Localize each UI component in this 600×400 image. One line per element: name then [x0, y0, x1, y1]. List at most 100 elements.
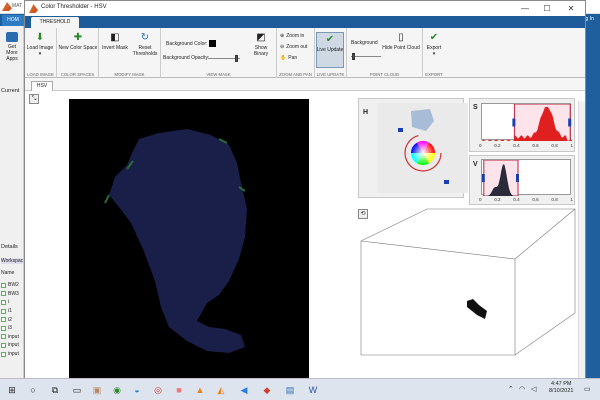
get-more-apps-button[interactable]: Get More Apps	[2, 32, 22, 62]
new-color-space-button[interactable]: ✚ New Color Space	[58, 32, 98, 51]
var-name: BW2	[8, 282, 19, 289]
background-opacity-control: Background Opacity:	[163, 55, 209, 61]
saturation-label: S	[473, 104, 478, 111]
app-icon-3[interactable]: ▤	[283, 382, 297, 398]
background-opacity-label: Background Opacity:	[163, 55, 210, 61]
var-name: i3	[8, 325, 12, 332]
point-cloud-bg-slider-knob[interactable]	[352, 53, 355, 60]
opera-icon[interactable]: ◎	[151, 382, 165, 398]
value-histogram[interactable]	[481, 159, 572, 197]
tick-label: 0.6	[532, 143, 539, 148]
color-wheel	[411, 140, 435, 166]
rotate-tool-icon[interactable]: ⟲	[358, 209, 368, 219]
clock[interactable]: 4:47 PM 8/10/2021	[549, 381, 573, 395]
hue-wheel-control[interactable]	[378, 103, 468, 193]
hue-handle-right[interactable]	[444, 180, 449, 184]
var-icon	[1, 351, 6, 357]
point-cloud-bg-slider-track[interactable]	[351, 56, 381, 57]
close-button[interactable]: ✕	[562, 2, 580, 15]
workspace-var[interactable]: i2	[1, 315, 23, 324]
chrome-icon[interactable]: ◉	[110, 382, 124, 398]
background-home-tab[interactable]: HOM	[2, 15, 24, 26]
volume-icon[interactable]: ◁	[531, 385, 536, 393]
scrollbar[interactable]	[578, 101, 585, 379]
search-icon[interactable]: ○	[26, 382, 40, 398]
workspace-var[interactable]: input	[1, 350, 23, 359]
var-name: BW3	[8, 290, 19, 297]
window-title: Color Thresholder - HSV	[41, 4, 107, 10]
hue-cloud	[411, 109, 434, 131]
pan-button[interactable]: ✋ Pan	[280, 55, 297, 61]
tab-threshold[interactable]: THRESHOLD	[31, 17, 79, 28]
minimize-button[interactable]: —	[516, 2, 534, 15]
load-image-button[interactable]: ⬇ Load Image ▾	[26, 32, 54, 57]
matlab-taskbar-icon[interactable]: ◭	[214, 382, 228, 398]
color-swatch[interactable]	[209, 40, 217, 47]
hue-handle-left[interactable]	[398, 128, 403, 132]
hue-wheel	[398, 109, 449, 184]
section-label: POINT CLOUD	[369, 72, 400, 77]
reset-icon: ↻	[140, 32, 150, 43]
tray-chevron-icon[interactable]: ⌃	[508, 385, 514, 393]
workspace-var[interactable]: BW3	[1, 290, 23, 299]
var-icon	[1, 291, 6, 297]
current-folder-header: Current	[1, 88, 20, 94]
app-icon[interactable]: ■	[172, 382, 186, 398]
pan-icon: ✋	[280, 55, 287, 61]
workspace-var[interactable]: input	[1, 333, 23, 342]
app-icon-2[interactable]: ◆	[260, 382, 274, 398]
point-cloud-view[interactable]	[355, 207, 585, 379]
zoom-out-button[interactable]: ⊖ Zoom out	[280, 44, 307, 50]
workspace-var[interactable]: BW2	[1, 281, 23, 290]
show-binary-button[interactable]: ◩ Show Binary	[247, 32, 275, 57]
workspace-var[interactable]: input	[1, 341, 23, 350]
var-icon	[1, 282, 6, 288]
edge-icon[interactable]: ◒	[130, 382, 144, 398]
section-label: COLOR SPACES	[60, 72, 95, 77]
vlc-icon[interactable]: ▲	[193, 382, 207, 398]
point-cloud-background-label: Background	[351, 40, 378, 46]
background-color-control[interactable]: Background Color:	[166, 40, 217, 47]
workspace-var[interactable]: i	[1, 298, 23, 307]
store-icon[interactable]: ▣	[90, 382, 104, 398]
opacity-slider-knob[interactable]	[235, 55, 238, 62]
notification-icon[interactable]: ▭	[584, 385, 591, 393]
zoom-in-button[interactable]: ⊕ Zoom in	[280, 33, 304, 39]
value-label: V	[473, 161, 478, 168]
tick-label: 0.8	[551, 143, 558, 148]
export-button[interactable]: ✔ Export ▾	[423, 32, 445, 57]
view-tools-icon[interactable]: ⤡	[29, 94, 39, 104]
tick-label: 0	[479, 197, 482, 202]
section-label: LOAD IMAGE	[27, 72, 54, 77]
tab-hsv[interactable]: HSV	[31, 81, 53, 91]
var-name: input	[8, 333, 19, 340]
masked-image-view[interactable]	[69, 99, 309, 379]
hide-point-cloud-button[interactable]: ▯ Hide Point Cloud	[381, 32, 421, 51]
checkmark-icon: ✔	[429, 32, 439, 43]
hue-label: H	[363, 109, 369, 116]
hide-point-cloud-icon: ▯	[398, 32, 404, 43]
live-update-button[interactable]: ✔ Live Update	[316, 34, 344, 53]
vscode-icon[interactable]: ◀	[237, 382, 251, 398]
window-titlebar: Color Thresholder - HSV — ☐ ✕	[25, 1, 585, 16]
workspace-var[interactable]: i3	[1, 324, 23, 333]
export-label: Export	[426, 45, 442, 51]
background-app-title: MAT	[12, 3, 23, 9]
file-explorer-icon[interactable]: ▭	[70, 382, 84, 398]
workspace-name-column: Name	[1, 270, 15, 276]
reset-thresholds-button[interactable]: ↻ Reset Thresholds	[131, 32, 159, 57]
var-icon	[1, 308, 6, 314]
workspace-var[interactable]: i1	[1, 307, 23, 316]
document-tab-bar	[25, 79, 585, 91]
maximize-button[interactable]: ☐	[538, 2, 556, 15]
tick-label: 0	[479, 143, 482, 148]
task-view-icon[interactable]: ⧉	[48, 382, 62, 398]
zoom-out-icon: ⊖	[280, 44, 285, 50]
word-icon[interactable]: W	[306, 382, 320, 398]
network-icon[interactable]: ◠	[519, 385, 525, 393]
saturation-histogram[interactable]	[481, 103, 572, 142]
invert-mask-button[interactable]: ◧ Invert Mask	[101, 32, 129, 51]
windows-start-icon[interactable]: ⊞	[5, 382, 19, 398]
mask-region	[109, 129, 247, 353]
point-cloud-cube	[360, 208, 576, 356]
